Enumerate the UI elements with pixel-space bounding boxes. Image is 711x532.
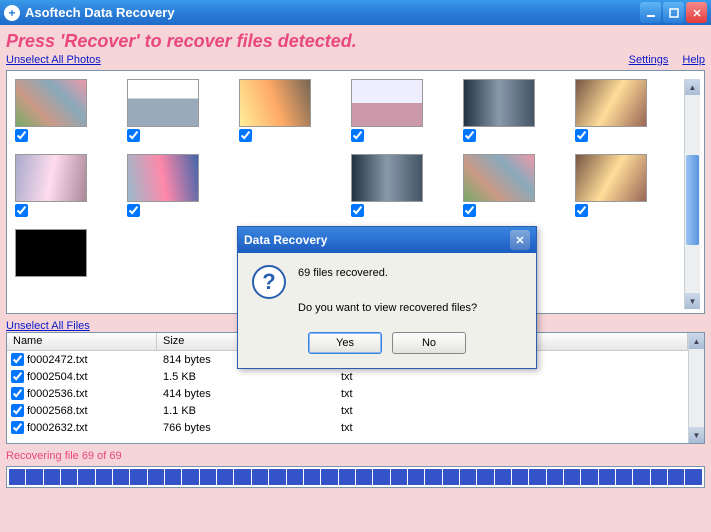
- maximize-button[interactable]: [663, 2, 684, 23]
- photo-thumbnail: [15, 79, 87, 127]
- table-row[interactable]: f0002632.txt 766 bytes txt: [7, 419, 688, 436]
- files-scrollbar[interactable]: ▲ ▼: [688, 333, 704, 443]
- table-row[interactable]: f0002536.txt 414 bytes txt: [7, 385, 688, 402]
- file-checkbox[interactable]: [11, 421, 24, 434]
- photo-thumbnail: [239, 154, 311, 202]
- instruction-text: Press 'Recover' to recover files detecte…: [6, 31, 705, 52]
- file-name: f0002632.txt: [27, 422, 88, 434]
- unselect-all-photos-link[interactable]: Unselect All Photos: [6, 54, 101, 66]
- photo-item[interactable]: [15, 229, 87, 277]
- photo-item[interactable]: [575, 79, 647, 142]
- photo-checkbox[interactable]: [575, 204, 588, 217]
- file-name: f0002568.txt: [27, 405, 88, 417]
- table-row[interactable]: f0002568.txt 1.1 KB txt: [7, 402, 688, 419]
- file-size: 766 bytes: [157, 422, 335, 434]
- photo-thumbnail: [575, 154, 647, 202]
- photo-item[interactable]: [127, 154, 199, 217]
- photo-checkbox[interactable]: [463, 204, 476, 217]
- column-header-name[interactable]: Name: [7, 333, 157, 350]
- progress-bar: [6, 466, 705, 488]
- file-ext: txt: [335, 422, 475, 434]
- table-row[interactable]: f0002504.txt 1.5 KB txt: [7, 368, 688, 385]
- file-name: f0002504.txt: [27, 371, 88, 383]
- minimize-button[interactable]: [640, 2, 661, 23]
- file-name: f0002536.txt: [27, 388, 88, 400]
- photo-thumbnail: [575, 79, 647, 127]
- help-link[interactable]: Help: [682, 54, 705, 66]
- photo-checkbox[interactable]: [239, 129, 252, 142]
- scroll-thumb[interactable]: [686, 155, 699, 245]
- photo-checkbox[interactable]: [351, 204, 364, 217]
- dialog-close-button[interactable]: ✕: [510, 230, 530, 250]
- photo-item[interactable]: [463, 79, 535, 142]
- photo-item[interactable]: [127, 79, 199, 142]
- file-checkbox[interactable]: [11, 404, 24, 417]
- dialog-message-line2: Do you want to view recovered files?: [298, 300, 477, 318]
- photos-scrollbar[interactable]: ▲ ▼: [684, 79, 700, 309]
- unselect-all-files-link[interactable]: Unselect All Files: [6, 320, 90, 332]
- status-text: Recovering file 69 of 69: [6, 450, 705, 462]
- close-button[interactable]: [686, 2, 707, 23]
- photo-item[interactable]: [575, 154, 647, 217]
- scroll-up-icon[interactable]: ▲: [685, 79, 700, 95]
- file-checkbox[interactable]: [11, 353, 24, 366]
- photo-thumbnail: [127, 154, 199, 202]
- photo-thumbnail: [463, 154, 535, 202]
- file-ext: txt: [335, 388, 475, 400]
- photo-checkbox[interactable]: [463, 129, 476, 142]
- file-checkbox[interactable]: [11, 370, 24, 383]
- titlebar: + Asoftech Data Recovery: [0, 0, 711, 25]
- file-ext: txt: [335, 405, 475, 417]
- question-icon: ?: [252, 265, 286, 299]
- scroll-down-icon[interactable]: ▼: [685, 293, 700, 309]
- photo-checkbox[interactable]: [575, 129, 588, 142]
- file-size: 1.5 KB: [157, 371, 335, 383]
- dialog-titlebar: Data Recovery ✕: [238, 227, 536, 253]
- app-icon: +: [4, 5, 20, 21]
- file-ext: txt: [335, 371, 475, 383]
- scroll-down-icon[interactable]: ▼: [689, 427, 704, 443]
- yes-button[interactable]: Yes: [308, 332, 382, 354]
- file-size: 414 bytes: [157, 388, 335, 400]
- photo-thumbnail: [351, 154, 423, 202]
- photo-checkbox[interactable]: [15, 129, 28, 142]
- dialog-message-line1: 69 files recovered.: [298, 265, 477, 283]
- photo-item[interactable]: [239, 79, 311, 142]
- file-checkbox[interactable]: [11, 387, 24, 400]
- photo-item[interactable]: [351, 79, 423, 142]
- photo-checkbox[interactable]: [127, 129, 140, 142]
- settings-link[interactable]: Settings: [629, 54, 669, 66]
- photo-thumbnail: [15, 154, 87, 202]
- photo-thumbnail: [351, 79, 423, 127]
- photo-thumbnail: [127, 79, 199, 127]
- file-size: 1.1 KB: [157, 405, 335, 417]
- recovery-dialog: Data Recovery ✕ ? 69 files recovered. Do…: [237, 226, 537, 369]
- photo-thumbnail: [239, 79, 311, 127]
- photo-item[interactable]: [15, 79, 87, 142]
- photo-checkbox[interactable]: [15, 204, 28, 217]
- photo-item[interactable]: [15, 154, 87, 217]
- photo-checkbox[interactable]: [127, 204, 140, 217]
- photo-item[interactable]: [351, 154, 423, 217]
- dialog-title: Data Recovery: [244, 233, 510, 247]
- file-name: f0002472.txt: [27, 354, 88, 366]
- photo-item[interactable]: [463, 154, 535, 217]
- photo-thumbnail: [463, 79, 535, 127]
- photo-checkbox[interactable]: [351, 129, 364, 142]
- main-content: Press 'Recover' to recover files detecte…: [0, 25, 711, 532]
- no-button[interactable]: No: [392, 332, 466, 354]
- window-title: Asoftech Data Recovery: [25, 5, 640, 20]
- scroll-up-icon[interactable]: ▲: [689, 333, 704, 349]
- photo-thumbnail: [15, 229, 87, 277]
